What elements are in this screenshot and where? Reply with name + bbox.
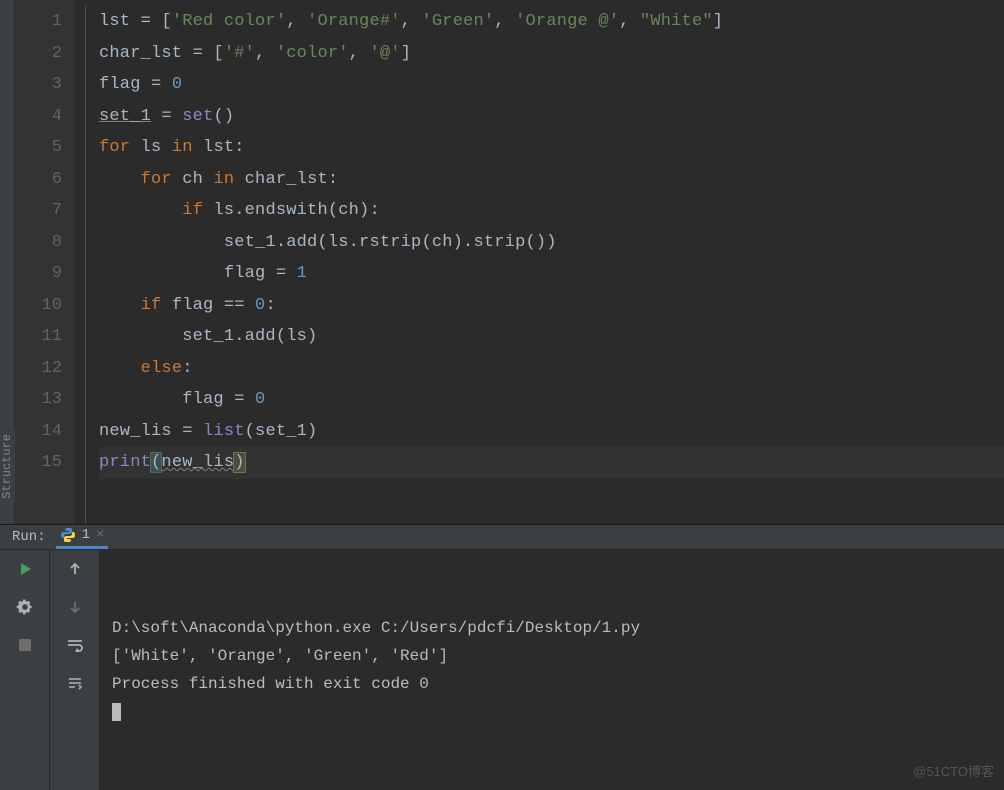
line-number[interactable]: 11	[15, 321, 62, 353]
run-tab[interactable]: 1 ×	[56, 525, 109, 549]
code-line[interactable]: else:	[99, 353, 1004, 385]
code-line[interactable]: flag = 0	[99, 384, 1004, 416]
line-number[interactable]: 6	[15, 164, 62, 196]
line-number[interactable]: 8	[15, 227, 62, 259]
code-line[interactable]: flag = 1	[99, 258, 1004, 290]
editor-area: Structure 123456789101112131415 lst = ['…	[0, 0, 1004, 524]
code-line[interactable]: new_lis = list(set_1)	[99, 416, 1004, 448]
code-editor[interactable]: lst = ['Red color', 'Orange#', 'Green', …	[99, 0, 1004, 524]
line-number[interactable]: 10	[15, 290, 62, 322]
watermark-text: @51CTO博客	[913, 758, 994, 786]
line-number[interactable]: 14	[15, 416, 62, 448]
code-line[interactable]: print(new_lis)	[99, 447, 1004, 479]
line-number[interactable]: 9	[15, 258, 62, 290]
structure-tool-tab[interactable]: Structure	[0, 430, 15, 503]
line-number[interactable]: 13	[15, 384, 62, 416]
run-tab-name: 1	[82, 527, 90, 543]
line-number[interactable]: 4	[15, 101, 62, 133]
code-line[interactable]: flag = 0	[99, 69, 1004, 101]
console-line: ['White', 'Orange', 'Green', 'Red']	[112, 642, 992, 670]
python-file-icon	[60, 527, 76, 543]
line-number-gutter[interactable]: 123456789101112131415	[15, 0, 75, 524]
fold-guide	[85, 6, 86, 524]
stop-icon[interactable]	[14, 634, 36, 656]
code-line[interactable]: set_1.add(ls)	[99, 321, 1004, 353]
line-number[interactable]: 5	[15, 132, 62, 164]
up-icon[interactable]	[64, 558, 86, 580]
scroll-to-end-icon[interactable]	[64, 672, 86, 694]
soft-wrap-icon[interactable]	[64, 634, 86, 656]
code-line[interactable]: for ch in char_lst:	[99, 164, 1004, 196]
line-number[interactable]: 12	[15, 353, 62, 385]
console-output[interactable]: D:\soft\Anaconda\python.exe C:/Users/pdc…	[100, 550, 1004, 790]
console-line: Process finished with exit code 0	[112, 670, 992, 698]
line-number[interactable]: 15	[15, 447, 62, 479]
run-label: Run:	[12, 529, 46, 545]
console-line: D:\soft\Anaconda\python.exe C:/Users/pdc…	[112, 614, 992, 642]
fold-column[interactable]	[75, 0, 99, 524]
console-cursor-line	[112, 698, 992, 726]
rerun-icon[interactable]	[14, 558, 36, 580]
run-header: Run: 1 ×	[0, 525, 1004, 550]
code-line[interactable]: if ls.endswith(ch):	[99, 195, 1004, 227]
left-sidebar-stub: Structure	[0, 0, 15, 524]
code-line[interactable]: for ls in lst:	[99, 132, 1004, 164]
line-number[interactable]: 1	[15, 6, 62, 38]
code-line[interactable]: lst = ['Red color', 'Orange#', 'Green', …	[99, 6, 1004, 38]
code-line[interactable]: set_1.add(ls.rstrip(ch).strip())	[99, 227, 1004, 259]
run-toolbar-right	[50, 550, 100, 790]
close-icon[interactable]: ×	[96, 527, 104, 543]
run-tool-window: Run: 1 ×	[0, 524, 1004, 708]
code-line[interactable]: if flag == 0:	[99, 290, 1004, 322]
code-line[interactable]: set_1 = set()	[99, 101, 1004, 133]
line-number[interactable]: 3	[15, 69, 62, 101]
run-toolbar-left	[0, 550, 50, 790]
run-body: D:\soft\Anaconda\python.exe C:/Users/pdc…	[0, 550, 1004, 790]
line-number[interactable]: 7	[15, 195, 62, 227]
line-number[interactable]: 2	[15, 38, 62, 70]
code-line[interactable]: char_lst = ['#', 'color', '@']	[99, 38, 1004, 70]
down-icon[interactable]	[64, 596, 86, 618]
settings-icon[interactable]	[14, 596, 36, 618]
